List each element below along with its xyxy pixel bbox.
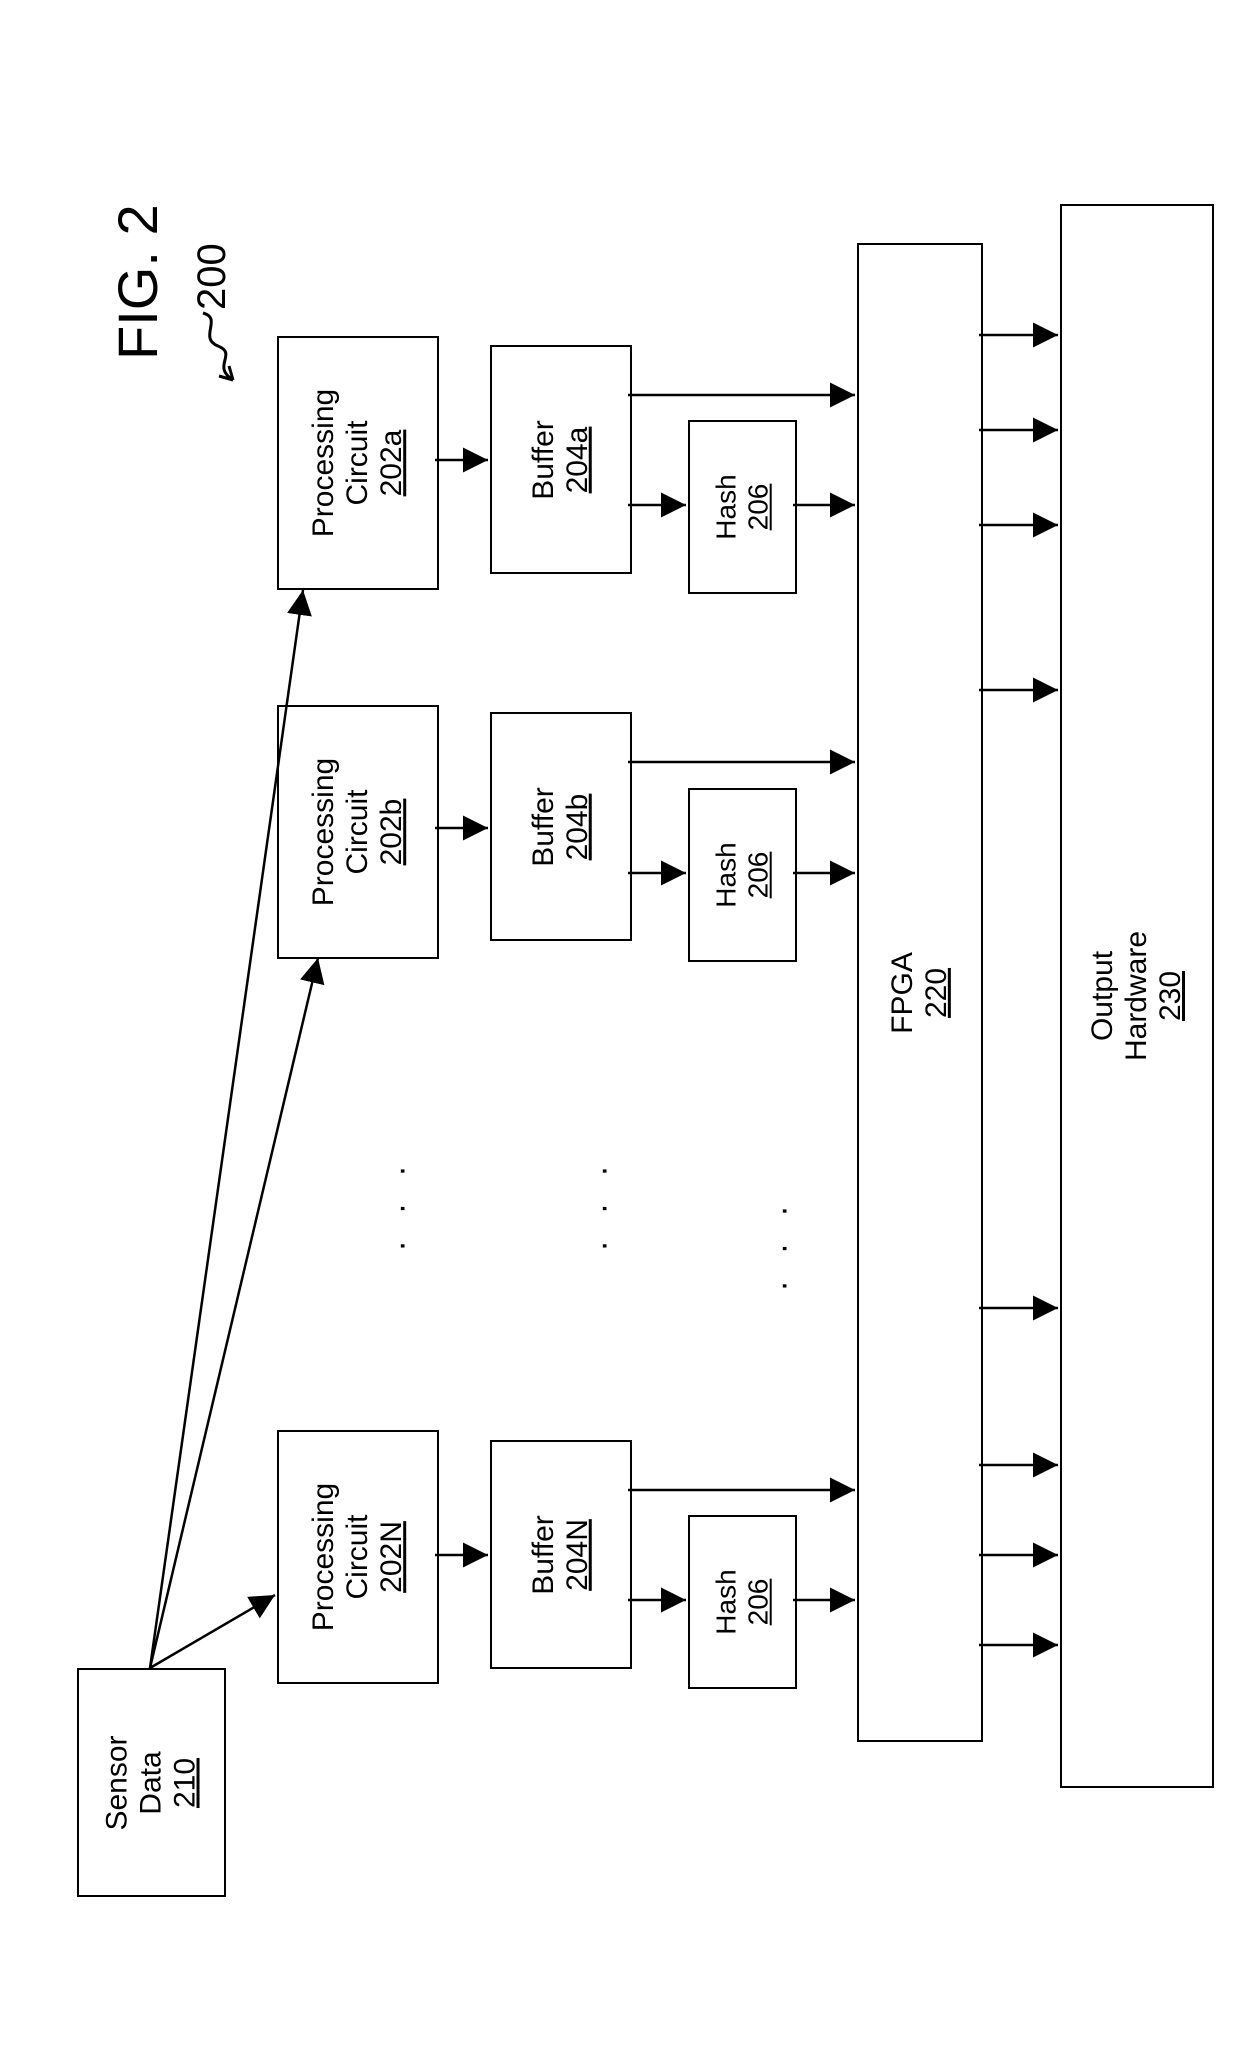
ellipsis-pc: ... (375, 1138, 414, 1250)
hash-b-block: Hash 206 (688, 788, 797, 962)
pcb-line2: Circuit (341, 790, 374, 875)
bfn-line1: Buffer (527, 1515, 560, 1595)
hsn-line1: Hash (711, 1569, 742, 1634)
out-line2: Hardware (1120, 931, 1153, 1061)
squiggle-icon (193, 308, 253, 388)
bfb-line1: Buffer (527, 787, 560, 867)
bfa-num: 204a (561, 426, 594, 493)
processing-circuit-n-block: Processing Circuit 202N (277, 1430, 439, 1684)
hsb-line1: Hash (711, 842, 742, 907)
hash-a-block: Hash 206 (688, 420, 797, 594)
pca-num: 202a (375, 430, 408, 497)
hash-n-block: Hash 206 (688, 1515, 797, 1689)
out-line1: Output (1086, 951, 1119, 1041)
pcb-num: 202b (375, 799, 408, 866)
fpga-line1: FPGA (886, 952, 919, 1034)
hsa-num: 206 (743, 484, 774, 531)
output-hardware-block: Output Hardware 230 (1060, 204, 1214, 1788)
pca-line1: Processing (307, 389, 340, 537)
fpga-num: 220 (920, 967, 953, 1017)
bfa-line1: Buffer (527, 420, 560, 500)
pcb-line1: Processing (307, 758, 340, 906)
hsn-num: 206 (743, 1579, 774, 1626)
sensor-line2: Data (135, 1751, 168, 1814)
out-num: 230 (1154, 971, 1187, 1021)
hsa-line1: Hash (711, 474, 742, 539)
bfn-num: 204N (561, 1519, 594, 1591)
processing-circuit-a-block: Processing Circuit 202a (277, 336, 439, 590)
figure-title: FIG. 2 (105, 204, 170, 360)
sensor-num: 210 (169, 1757, 202, 1807)
buffer-a-block: Buffer 204a (490, 345, 632, 574)
ellipsis-bf: ... (577, 1138, 616, 1250)
ellipsis-hs: ... (757, 1178, 796, 1290)
figure-ref: 200 (190, 243, 235, 310)
pcn-line2: Circuit (341, 1515, 374, 1600)
pcn-line1: Processing (307, 1483, 340, 1631)
fpga-block: FPGA 220 (857, 243, 983, 1742)
bfb-num: 204b (561, 793, 594, 860)
pcn-num: 202N (375, 1521, 408, 1593)
sensor-line1: Sensor (101, 1735, 134, 1830)
pca-line2: Circuit (341, 421, 374, 506)
processing-circuit-b-block: Processing Circuit 202b (277, 705, 439, 959)
hsb-num: 206 (743, 852, 774, 899)
buffer-n-block: Buffer 204N (490, 1440, 632, 1669)
sensor-data-block: Sensor Data 210 (77, 1668, 226, 1897)
buffer-b-block: Buffer 204b (490, 712, 632, 941)
